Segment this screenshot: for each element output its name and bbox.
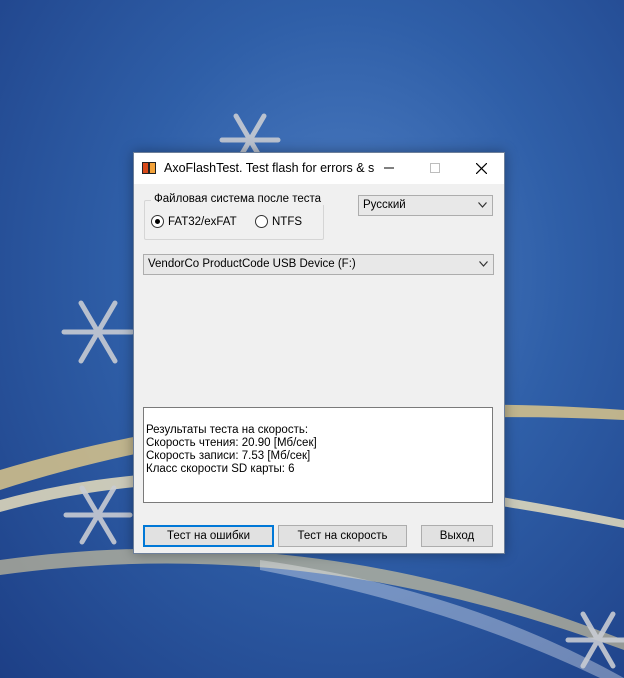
results-textarea[interactable]: Результаты теста на скорость: Скорость ч… xyxy=(143,407,493,503)
maximize-button[interactable] xyxy=(412,153,458,183)
radio-ntfs-circle[interactable] xyxy=(255,215,268,228)
results-line: Класс скорости SD карты: 6 xyxy=(146,463,295,475)
close-icon xyxy=(475,162,487,174)
title-bar[interactable]: AxoFlashTest. Test flash for errors & s.… xyxy=(134,153,504,184)
results-line: Результаты теста на скорость: xyxy=(146,424,309,436)
chevron-down-icon xyxy=(478,202,487,208)
minimize-icon xyxy=(384,167,394,169)
app-logo-icon xyxy=(142,162,156,174)
language-select-value: Русский xyxy=(363,199,406,211)
maximize-icon xyxy=(430,163,440,173)
radio-fat32[interactable]: FAT32/exFAT xyxy=(151,215,237,228)
minimize-button[interactable] xyxy=(366,153,412,183)
window-title: AxoFlashTest. Test flash for errors & s.… xyxy=(164,161,374,175)
test-errors-button[interactable]: Тест на ошибки xyxy=(143,525,274,547)
results-line: Скорость записи: 7.53 [Мб/сек] xyxy=(146,450,311,462)
test-speed-button[interactable]: Тест на скорость xyxy=(278,525,407,547)
exit-button[interactable]: Выход xyxy=(421,525,493,547)
device-select[interactable]: VendorCo ProductCode USB Device (F:) xyxy=(143,254,494,275)
device-select-value: VendorCo ProductCode USB Device (F:) xyxy=(148,258,356,270)
filesystem-legend: Файловая система после теста xyxy=(151,193,325,205)
filesystem-groupbox: Файловая система после теста FAT32/exFAT… xyxy=(144,193,325,240)
radio-fat32-label: FAT32/exFAT xyxy=(168,215,237,228)
app-window: AxoFlashTest. Test flash for errors & s.… xyxy=(133,152,505,554)
chevron-down-icon xyxy=(479,261,488,267)
close-button[interactable] xyxy=(458,153,504,183)
results-line: Скорость чтения: 20.90 [Мб/сек] xyxy=(146,437,317,449)
radio-ntfs[interactable]: NTFS xyxy=(255,215,302,228)
radio-ntfs-label: NTFS xyxy=(272,215,303,228)
radio-fat32-circle[interactable] xyxy=(151,215,164,228)
language-select[interactable]: Русский xyxy=(358,195,493,216)
